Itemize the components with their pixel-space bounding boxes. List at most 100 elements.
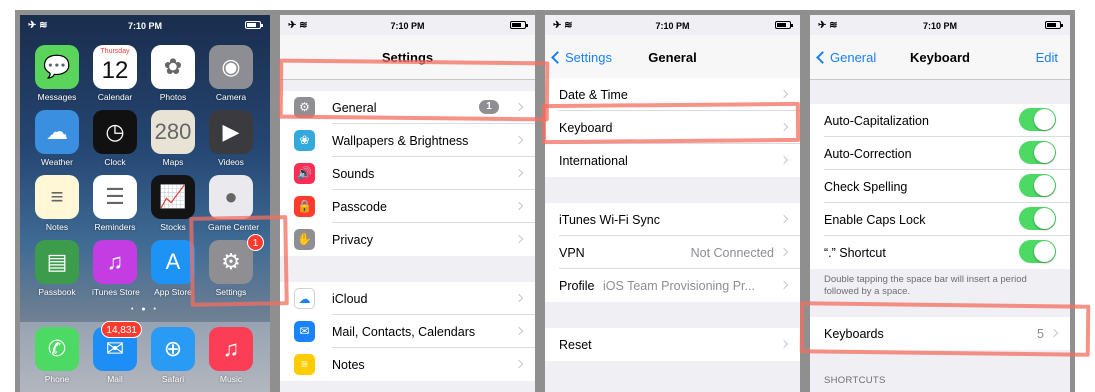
app-label: Calendar [97, 92, 133, 102]
keyboard-row-enable-caps-lock: Enable Caps Lock [810, 203, 1070, 236]
settings-row-sounds[interactable]: 🔊 Sounds [280, 157, 535, 190]
toggle-switch[interactable] [1019, 240, 1056, 263]
settings-row-passcode[interactable]: 🔒 Passcode [280, 190, 535, 223]
settings-row-mail-contacts-calendars[interactable]: ✉ Mail, Contacts, Calendars [280, 315, 535, 348]
mail-icon-glyph: ✉ [299, 324, 310, 338]
app-itunes-store[interactable]: ♫ iTunes Store [92, 240, 140, 297]
general-row-reset[interactable]: Reset [545, 328, 800, 361]
messages-icon: 💬 [35, 45, 79, 89]
notes-glyph: ≡ [50, 184, 64, 209]
chevron-right-icon [514, 168, 524, 178]
app-maps[interactable]: 280 Maps [150, 110, 196, 167]
toggle-knob [1034, 208, 1055, 229]
app-label: Clock [104, 157, 126, 167]
row-badge: 1 [479, 100, 499, 114]
app-passbook[interactable]: ▤ Passbook [34, 240, 80, 297]
edit-button[interactable]: Edit [1036, 50, 1058, 65]
row-detail: Not Connected [690, 246, 774, 260]
dock-app-phone[interactable]: ✆ Phone [34, 327, 80, 384]
settings-row-icloud[interactable]: ☁ iCloud [280, 282, 535, 315]
general-row-itunes-wi-fi-sync[interactable]: iTunes Wi-Fi Sync [545, 203, 800, 236]
app-store-icon: A [151, 240, 195, 284]
settings-row-general[interactable]: ⚙ General 1 [280, 91, 535, 124]
settings-row-notes[interactable]: ≡ Notes [280, 348, 535, 381]
chevron-right-icon [514, 293, 524, 303]
app-calendar[interactable]: Thursday 12 Calendar [92, 45, 138, 102]
app-label: Reminders [94, 222, 136, 232]
hand-icon: ✋ [294, 229, 315, 250]
chevron-right-icon [514, 102, 524, 112]
music-icon: ♫ [209, 327, 253, 371]
page-title: Settings [381, 50, 434, 65]
status-time: 7:10 PM [655, 21, 690, 31]
app-reminders[interactable]: ☰ Reminders [92, 175, 138, 232]
chevron-right-icon [779, 122, 789, 132]
app-stocks[interactable]: 📈 Stocks [150, 175, 196, 232]
hand-icon-glyph: ✋ [297, 232, 312, 246]
keyboards-row[interactable]: Keyboards 5 [810, 317, 1070, 350]
chevron-right-icon [779, 280, 789, 290]
row-label: Enable Caps Lock [824, 213, 926, 227]
stocks-icon: 📈 [151, 175, 195, 219]
app-label: iTunes Store [92, 287, 140, 297]
app-clock[interactable]: ◷ Clock [92, 110, 138, 167]
dock-app-mail[interactable]: ✉ 14,831 Mail [92, 321, 142, 384]
keyboard-navbar: General Keyboard Edit [810, 35, 1070, 80]
general-row-date-time[interactable]: Date & Time [545, 78, 800, 111]
photos-glyph: ✿ [163, 54, 183, 79]
toggle-switch[interactable] [1019, 174, 1056, 197]
app-photos[interactable]: ✿ Photos [150, 45, 196, 102]
home-screen: ✈ ≋ 7:10 PM 💬 Messages Thursday 12 Calenda… [20, 15, 270, 392]
app-label: Music [219, 374, 243, 384]
page-title: Keyboard [910, 50, 970, 65]
cloud-icon: ☁ [294, 288, 315, 309]
app-weather[interactable]: ☁ Weather [34, 110, 80, 167]
general-row-vpn[interactable]: VPN Not Connected [545, 236, 800, 269]
settings-row-wallpapers-brightness[interactable]: ❀ Wallpapers & Brightness [280, 124, 535, 157]
toggle-switch[interactable] [1019, 141, 1056, 164]
app-label: Stocks [160, 222, 186, 232]
dock-app-safari[interactable]: ⊕ Safari [150, 327, 196, 384]
general-row-profile[interactable]: Profile iOS Team Provisioning Pr... [545, 269, 800, 302]
toggle-switch[interactable] [1019, 108, 1056, 131]
row-detail: iOS Team Provisioning Pr... [603, 279, 755, 293]
dock-app-music[interactable]: ♫ Music [208, 327, 254, 384]
notes-icon: ≡ [294, 354, 315, 375]
general-row-keyboard[interactable]: Keyboard [545, 111, 800, 144]
shortcuts-header: SHORTCUTS [824, 375, 886, 386]
row-label: Auto-Correction [824, 147, 912, 161]
app-notes[interactable]: ≡ Notes [34, 175, 80, 232]
app-settings[interactable]: ⚙ 1 Settings [208, 234, 264, 297]
toggle-switch[interactable] [1019, 207, 1056, 230]
chevron-right-icon [514, 201, 524, 211]
app-label: Camera [215, 92, 247, 102]
general-navbar: Settings General [545, 35, 800, 80]
flower-icon-glyph: ❀ [299, 133, 310, 147]
videos-glyph: ▶ [222, 119, 240, 144]
mail-badge: 14,831 [101, 321, 142, 338]
chevron-right-icon [514, 326, 524, 336]
page-title: General [648, 50, 697, 65]
app-camera[interactable]: ◉ Camera [208, 45, 254, 102]
settings-icon: ⚙ [209, 240, 253, 284]
app-label: Passbook [38, 287, 76, 297]
row-label: Auto-Capitalization [824, 114, 929, 128]
videos-icon: ▶ [209, 110, 253, 154]
status-bar: ✈ ≋ 7:10 PM [20, 15, 270, 35]
speaker-icon-glyph: 🔊 [297, 166, 312, 180]
shortcut-footnote: Double tapping the space bar will insert… [824, 274, 1027, 297]
general-row-international[interactable]: International [545, 144, 800, 177]
settings-screen: ✈ ≋ 7:10 PM Settings ⚙ General 1 ❀ Wallpap… [280, 15, 535, 392]
keyboard-row-check-spelling: Check Spelling [810, 170, 1070, 203]
settings-row-privacy[interactable]: ✋ Privacy [280, 223, 535, 256]
app-app-store[interactable]: A App Store [150, 240, 196, 297]
app-messages[interactable]: 💬 Messages [34, 45, 80, 102]
phone-icon: ✆ [35, 327, 79, 371]
page-indicator: • ● • [130, 306, 160, 313]
row-label: “.” Shortcut [824, 246, 886, 260]
chevron-right-icon [514, 359, 524, 369]
clock-glyph: ◷ [105, 119, 125, 144]
app-videos[interactable]: ▶ Videos [208, 110, 254, 167]
general-screen: ✈ ≋ 7:10 PM Settings General Date & Time… [545, 15, 800, 392]
app-game-center[interactable]: ● Game Center [208, 175, 259, 232]
